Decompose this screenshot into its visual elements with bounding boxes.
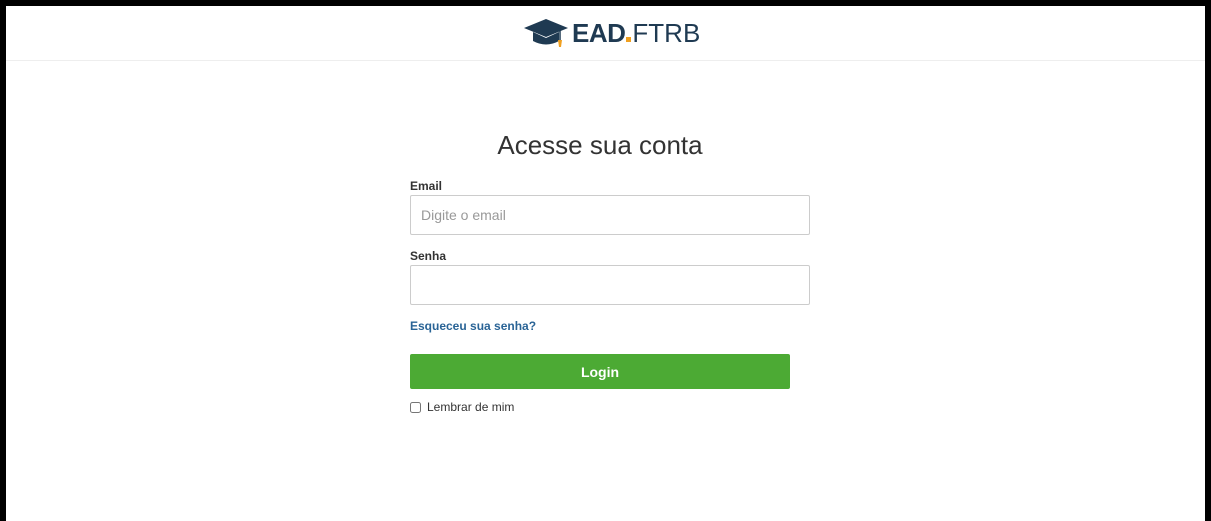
- login-button[interactable]: Login: [410, 354, 790, 389]
- header: EAD FTRB: [6, 6, 1205, 61]
- browser-viewport: EADFTRB Acesse sua conta Email Senha Esq…: [6, 6, 1205, 521]
- remember-me-checkbox[interactable]: [410, 401, 421, 413]
- password-field[interactable]: [410, 265, 810, 305]
- forgot-password-link[interactable]: Esqueceu sua senha?: [410, 319, 536, 333]
- remember-me-label: Lembrar de mim: [427, 400, 515, 414]
- remember-me[interactable]: Lembrar de mim: [409, 400, 514, 414]
- logo-wordmark: EAD FTRB: [572, 18, 700, 48]
- password-label: Senha: [410, 249, 447, 263]
- logo-dot: [626, 37, 632, 42]
- logo-text-bold: EAD: [572, 18, 626, 48]
- email-label: Email: [410, 179, 443, 193]
- site-logo[interactable]: EAD FTRB: [522, 16, 700, 50]
- page-title: Acesse sua conta: [497, 130, 703, 160]
- logo-text-light: FTRB: [632, 18, 701, 48]
- graduation-cap-icon: [522, 16, 570, 50]
- email-field[interactable]: [410, 195, 810, 235]
